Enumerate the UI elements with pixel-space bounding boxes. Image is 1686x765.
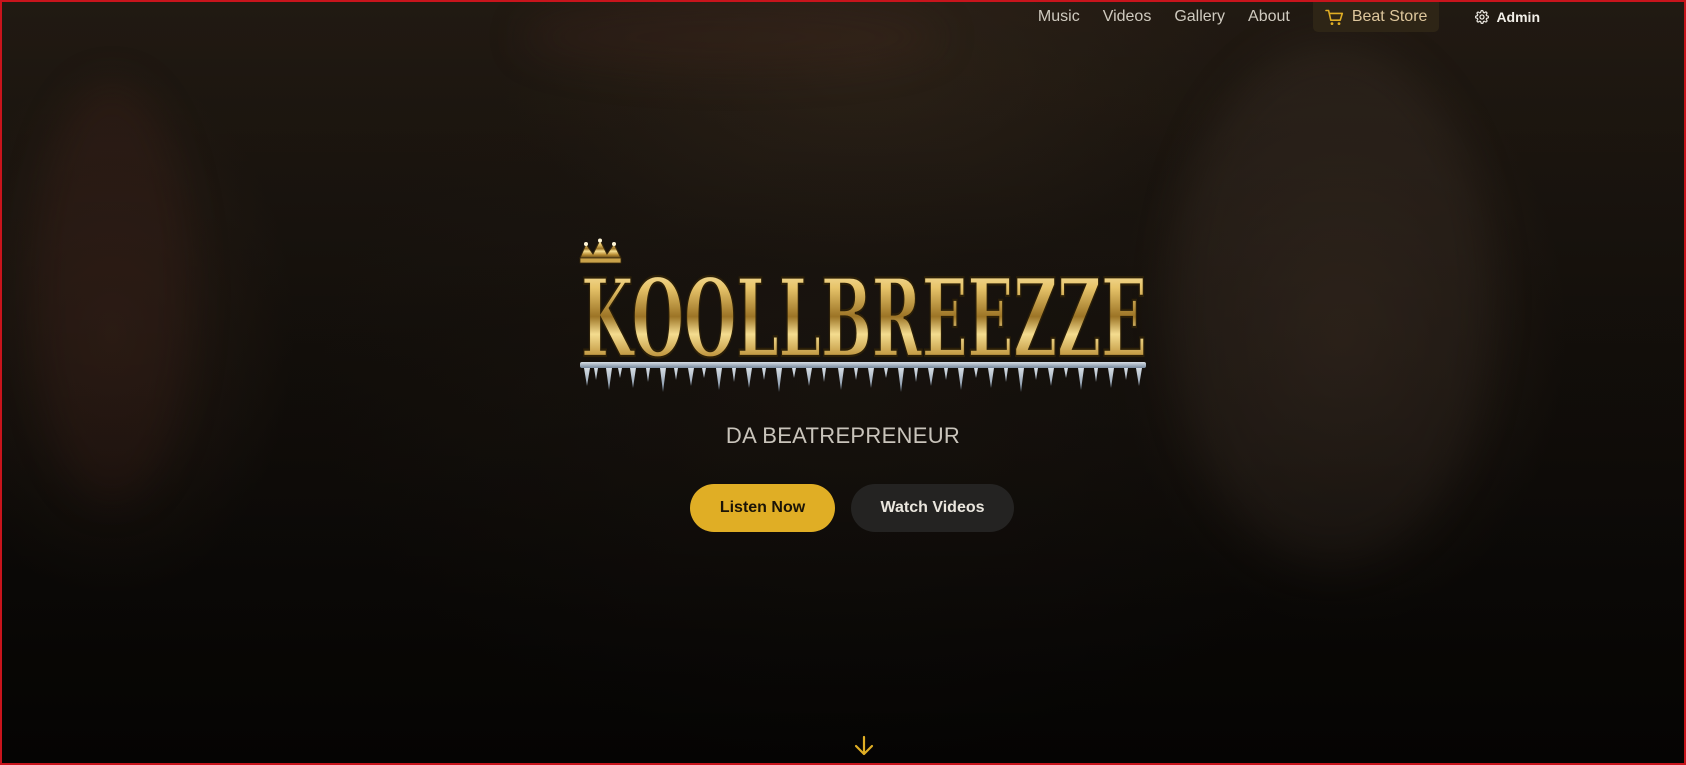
watch-videos-button[interactable]: Watch Videos: [851, 484, 1014, 532]
admin-button[interactable]: Admin: [1475, 9, 1540, 25]
listen-now-button[interactable]: Listen Now: [690, 484, 835, 532]
beat-store-button[interactable]: Beat Store: [1312, 2, 1440, 32]
main-nav: Music Videos Gallery About Beat Store Ad…: [1038, 2, 1540, 32]
beat-store-label: Beat Store: [1351, 8, 1428, 25]
hero-tagline: DA BEATREPRENEUR: [725, 423, 961, 448]
nav-link-videos[interactable]: Videos: [1103, 6, 1152, 28]
nav-link-music[interactable]: Music: [1038, 6, 1080, 28]
gear-icon: [1475, 10, 1490, 24]
admin-label: Admin: [1496, 9, 1540, 25]
cart-icon: [1325, 9, 1344, 26]
hero-section: Music Videos Gallery About Beat Store Ad…: [0, 0, 1686, 765]
nav-link-gallery[interactable]: Gallery: [1174, 6, 1225, 28]
site-logo: KOOLLBREEZZE: [576, 238, 1152, 398]
hero-cta-group: Listen Now Watch Videos: [2, 484, 1684, 532]
arrow-down-icon[interactable]: [852, 734, 876, 758]
nav-link-about[interactable]: About: [1248, 6, 1290, 28]
